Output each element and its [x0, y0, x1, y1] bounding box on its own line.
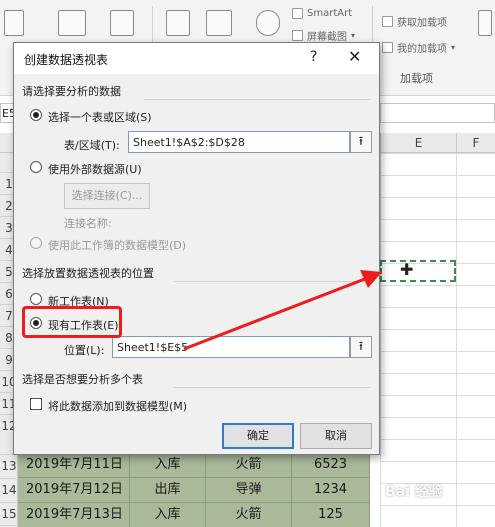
cell-cursor-icon: ✚	[400, 260, 414, 279]
table-range-input[interactable]: Sheet1!$A$2:$D$28	[128, 131, 350, 153]
table-row[interactable]: 2019年7月12日 出库 导弹 1234	[18, 477, 370, 502]
add-to-datamodel-label[interactable]: 将此数据添加到数据模型(M)	[48, 398, 187, 414]
addins-icon	[382, 42, 393, 53]
table-row[interactable]: 2019年7月13日 入库 火箭 125	[18, 502, 370, 527]
picture-icon[interactable]	[166, 10, 190, 36]
external-source-label[interactable]: 使用外部数据源(U)	[48, 161, 142, 177]
dialog-titlebar[interactable]: 创建数据透视表 ? ✕	[14, 43, 379, 74]
column-header-e[interactable]: E	[380, 133, 456, 153]
dialog-title: 创建数据透视表	[24, 53, 109, 67]
create-pivottable-dialog: 创建数据透视表 ? ✕ 请选择要分析的数据 选择一个表或区域(S) 表/区域(T…	[13, 42, 380, 455]
location-label: 位置(L):	[64, 344, 105, 357]
get-addins-label: 获取加载项	[397, 18, 447, 29]
table-range-label: 表/区域(T):	[64, 139, 120, 152]
connection-name-label: 连接名称:	[64, 217, 112, 230]
cancel-button[interactable]: 取消	[300, 423, 372, 449]
datamodel-radio[interactable]	[30, 237, 42, 249]
store-icon	[382, 16, 393, 27]
smartart-icon	[292, 8, 303, 19]
table-icon[interactable]	[4, 10, 24, 36]
select-table-label[interactable]: 选择一个表或区域(S)	[48, 109, 152, 125]
online-picture-icon[interactable]	[206, 10, 232, 36]
recommended-pivot-icon[interactable]	[58, 10, 86, 36]
qty-cell[interactable]: 125	[292, 503, 370, 527]
collapse-range-button[interactable]: ⭱	[350, 131, 372, 153]
divider	[174, 387, 371, 388]
external-source-radio[interactable]	[30, 161, 42, 173]
get-addins-button[interactable]: 获取加载项	[382, 14, 447, 29]
column-header-f[interactable]: F	[456, 133, 495, 153]
screenshot-label: 屏幕截图	[307, 32, 347, 43]
divider	[174, 281, 371, 282]
addin-extra-icon[interactable]	[478, 10, 492, 36]
type-cell[interactable]: 出库	[130, 478, 206, 502]
date-cell[interactable]: 2019年7月11日	[18, 453, 130, 477]
table-insert-icon[interactable]	[110, 10, 134, 36]
screenshot-button[interactable]: 屏幕截图 ▾	[292, 28, 355, 43]
type-cell[interactable]: 入库	[130, 503, 206, 527]
watermark-logo: Bai 经验	[385, 484, 443, 500]
date-cell[interactable]: 2019年7月13日	[18, 503, 130, 527]
qty-cell[interactable]: 1234	[292, 478, 370, 502]
addins-group-label: 加载项	[400, 72, 433, 85]
row-header[interactable]: 15	[0, 502, 18, 524]
name-box[interactable]: E5	[0, 103, 14, 123]
smartart-button[interactable]: SmartArt	[292, 8, 352, 19]
name-cell[interactable]: 导弹	[206, 478, 292, 502]
existing-sheet-highlight	[22, 306, 122, 338]
formula-bar[interactable]	[380, 103, 495, 123]
choose-connection-button[interactable]: 选择连接(C)...	[64, 183, 150, 209]
section-choose-location: 选择放置数据透视表的位置	[22, 267, 154, 280]
location-input[interactable]: Sheet1!$E$5	[112, 336, 350, 358]
close-button[interactable]: ✕	[348, 47, 361, 66]
selected-cell-e5[interactable]	[380, 260, 456, 282]
type-cell[interactable]: 入库	[130, 453, 206, 477]
my-addins-label: 我的加载项	[397, 44, 447, 55]
collapse-location-button[interactable]: ⭱	[350, 336, 372, 358]
my-addins-button[interactable]: 我的加载项 ▾	[382, 40, 455, 55]
section-choose-data: 请选择要分析的数据	[22, 85, 121, 98]
select-table-radio[interactable]	[30, 109, 42, 121]
name-cell[interactable]: 火箭	[206, 453, 292, 477]
range-picker-icon: ⭱	[358, 134, 364, 148]
smartart-label: SmartArt	[307, 8, 353, 19]
range-picker-icon: ⭱	[358, 339, 364, 353]
shapes-icon[interactable]	[256, 10, 280, 36]
divider	[144, 99, 371, 100]
row-header[interactable]: 14	[0, 478, 18, 500]
screenshot-icon	[292, 30, 303, 41]
chevron-down-icon: ▾	[351, 31, 356, 40]
ok-button[interactable]: 确定	[222, 423, 294, 449]
chevron-down-icon: ▾	[451, 43, 456, 52]
date-cell[interactable]: 2019年7月12日	[18, 478, 130, 502]
add-to-datamodel-checkbox[interactable]	[30, 398, 42, 410]
worksheet-grid[interactable]	[380, 153, 495, 527]
row-header[interactable]: 13	[0, 454, 18, 476]
table-row[interactable]: 2019年7月11日 入库 火箭 6523	[18, 452, 370, 477]
section-multiple-tables: 选择是否想要分析多个表	[22, 373, 143, 386]
datamodel-label[interactable]: 使用此工作簿的数据模型(D)	[48, 237, 186, 253]
new-sheet-radio[interactable]	[30, 293, 42, 305]
name-cell[interactable]: 火箭	[206, 503, 292, 527]
help-button[interactable]: ?	[310, 49, 317, 65]
qty-cell[interactable]: 6523	[292, 453, 370, 477]
data-table: 2019年7月11日 入库 火箭 6523 2019年7月12日 出库 导弹 1…	[18, 452, 370, 527]
